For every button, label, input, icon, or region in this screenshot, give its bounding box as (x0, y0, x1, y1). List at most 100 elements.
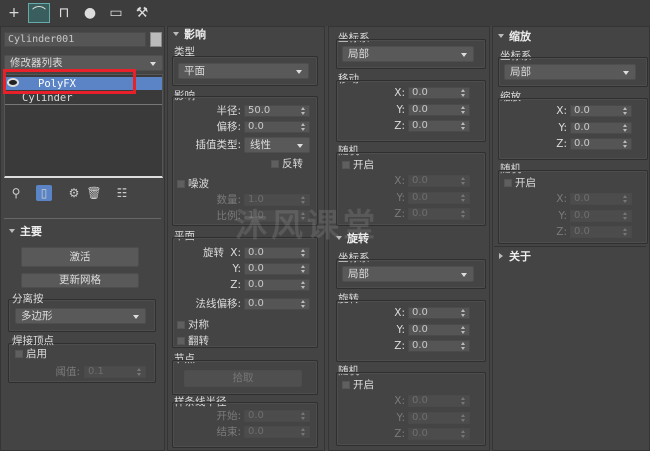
plane-rotate-x-label: X: (230, 247, 241, 259)
rotate-random-y-label: Y: (396, 411, 405, 424)
scale-random-enable-label: 开启 (515, 177, 536, 189)
rotate-random-enable-checkbox[interactable] (342, 381, 350, 389)
spinner-icon (461, 105, 466, 114)
move-random-enable-label: 开启 (353, 159, 374, 171)
normal-offset-field[interactable]: 0.0 (244, 298, 310, 310)
rollout-header-scale[interactable]: 缩放 (495, 30, 647, 43)
rotate-random-z-field[interactable]: 0.0 (408, 428, 470, 440)
move-random-z-field[interactable]: 0.0 (408, 208, 470, 220)
rotate-random-y-field[interactable]: 0.0 (408, 411, 470, 424)
scale-z-field[interactable]: 0.0 (570, 138, 632, 150)
rollout-header-about[interactable]: 关于 (495, 250, 645, 263)
toolbar-tab-motion[interactable]: ● (79, 3, 101, 23)
make-unique-icon[interactable]: ⚙ (66, 185, 82, 201)
move-random-x-field[interactable]: 0.0 (408, 175, 470, 187)
activate-button[interactable]: 激活 (21, 247, 139, 267)
toolbar-tab-modify[interactable]: ⌒ (28, 3, 50, 23)
separate-by-dropdown-value: 多边形 (21, 310, 53, 322)
rotate-z-field[interactable]: 0.0 (408, 340, 470, 352)
move-z-field-value: 0.0 (412, 120, 428, 131)
normal-offset-label: 法线偏移: (195, 298, 241, 310)
toolbar-tab-create[interactable]: + (3, 3, 25, 23)
remove-modifier-icon[interactable]: 🗑 (86, 185, 102, 201)
scale-y-field[interactable]: 0.0 (570, 121, 632, 134)
object-color-swatch[interactable] (150, 32, 162, 47)
rotate-coord-dropdown[interactable]: 局部 (342, 266, 474, 282)
scale-coord-dropdown[interactable]: 局部 (504, 64, 636, 80)
invert-checkbox[interactable] (271, 160, 279, 168)
scale-random-x-field[interactable]: 0.0 (570, 193, 632, 205)
weld-enable-checkbox[interactable] (15, 350, 23, 358)
stack-separator (5, 104, 162, 105)
spinner-icon (623, 228, 628, 236)
rotate-z-field-value: 0.0 (412, 340, 428, 351)
move-random-enable-checkbox[interactable] (342, 161, 350, 169)
move-y-field[interactable]: 0.0 (408, 103, 470, 116)
plane-rotate-x-field[interactable]: 0.0 (244, 247, 310, 259)
spline-start-field[interactable]: 0.0 (244, 410, 310, 422)
flip-label: 翻转 (188, 335, 209, 347)
toolbar-tab-display[interactable]: ▭ (105, 3, 127, 23)
move-random-y-field[interactable]: 0.0 (408, 191, 470, 204)
symmetry-checkbox[interactable] (177, 321, 185, 329)
spinner-icon (623, 123, 628, 132)
interpolation-type-dropdown-value: 线性 (250, 139, 271, 151)
spinner-icon (461, 210, 466, 218)
pin-stack-icon[interactable]: ⚲ (8, 185, 24, 201)
move-z-field[interactable]: 0.0 (408, 120, 470, 132)
plane-rotate-z-label: Z: (230, 279, 241, 291)
rollout-header-main[interactable]: 主要 (6, 225, 156, 238)
plane-rotate-label: 旋转 (203, 247, 224, 259)
move-random-z-label: Z: (394, 208, 405, 220)
update-mesh-button[interactable]: 更新网格 (21, 273, 139, 288)
plane-rotate-z-field[interactable]: 0.0 (244, 279, 310, 291)
pick-button[interactable]: 拾取 (184, 370, 302, 387)
scale-x-field[interactable]: 0.0 (570, 105, 632, 117)
rollout-header-influence[interactable]: 影响 (170, 28, 320, 41)
spinner-icon (301, 265, 306, 273)
offset-field[interactable]: 0.0 (244, 121, 310, 133)
toolbar-tab-utilities[interactable]: ⚒ (131, 3, 153, 23)
display-icon: ▭ (109, 5, 123, 21)
chevron-down-icon (461, 53, 467, 57)
plane-rotate-y-field[interactable]: 0.0 (244, 263, 310, 275)
utilities-icon: ⚒ (135, 5, 149, 21)
radius-field-value: 50.0 (248, 105, 271, 116)
interpolation-type-dropdown[interactable]: 线性 (244, 137, 310, 153)
separate-by-dropdown[interactable]: 多边形 (15, 308, 146, 324)
rotate-random-x-field[interactable]: 0.0 (408, 395, 470, 407)
scale-random-enable-checkbox[interactable] (504, 179, 512, 187)
scale-x-label: X: (556, 105, 567, 117)
threshold-field[interactable]: 0.1 (84, 366, 146, 378)
scale-y-field-value: 0.0 (574, 121, 590, 133)
rotate-x-field[interactable]: 0.0 (408, 307, 470, 319)
spinner-icon (623, 195, 628, 203)
scale-random-z-field-value: 0.0 (574, 226, 590, 237)
spinner-icon (623, 211, 628, 220)
noise-checkbox[interactable] (177, 180, 185, 188)
show-end-result-icon[interactable]: ▯ (36, 185, 52, 201)
toolbar-tab-hierarchy[interactable]: ⊓ (53, 3, 75, 23)
create-icon: + (8, 5, 20, 21)
rotate-y-field[interactable]: 0.0 (408, 323, 470, 336)
hierarchy-icon: ⊓ (58, 5, 70, 21)
rotate-z-label: Z: (394, 340, 405, 352)
scale-random-y-field[interactable]: 0.0 (570, 209, 632, 222)
scale-z-label: Z: (556, 138, 567, 150)
move-coord-dropdown[interactable]: 局部 (342, 46, 474, 62)
scale-random-z-field[interactable]: 0.0 (570, 226, 632, 238)
scale-random-x-label: X: (556, 193, 567, 205)
motion-icon: ● (83, 5, 97, 21)
scale-z-field-value: 0.0 (574, 138, 590, 149)
flip-checkbox[interactable] (177, 337, 185, 345)
move-x-field[interactable]: 0.0 (408, 87, 470, 99)
radius-field[interactable]: 50.0 (244, 105, 310, 117)
spline-end-field-value: 0.0 (248, 426, 264, 437)
plane-rotate-y-label: Y: (232, 263, 241, 275)
type-dropdown[interactable]: 平面 (178, 63, 309, 79)
spline-end-field[interactable]: 0.0 (244, 426, 310, 438)
configure-modifier-sets-icon[interactable]: ☷ (114, 185, 130, 201)
modify-icon: ⌒ (32, 6, 46, 22)
separate-by-label: 分离按 (12, 293, 44, 305)
object-name-input[interactable]: Cylinder001 (4, 32, 146, 47)
